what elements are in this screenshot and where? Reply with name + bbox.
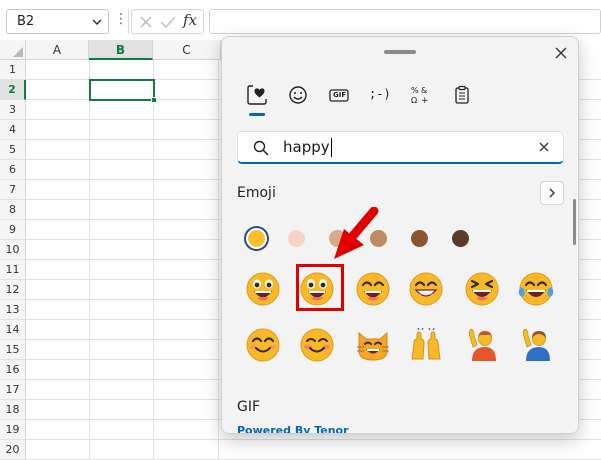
close-icon[interactable] — [553, 45, 569, 61]
selected-tab-indicator — [249, 113, 265, 116]
beaming-face-icon[interactable] — [408, 271, 444, 307]
clear-search-icon[interactable] — [538, 141, 550, 153]
red-arrow-annotation — [334, 207, 379, 259]
emoji-section-expand-button[interactable] — [540, 181, 564, 205]
enter-check-icon[interactable] — [160, 15, 176, 29]
name-box[interactable]: B2 — [6, 9, 109, 34]
row-header-8[interactable]: 8 — [0, 200, 26, 220]
row-header-5[interactable]: 5 — [0, 140, 26, 160]
emoji-panel: GIF ;-) % & Ω + happy Emoji GIF Powered … — [221, 36, 579, 434]
heart-face-icon[interactable] — [243, 81, 271, 109]
column-header-b[interactable]: B — [89, 40, 153, 60]
gridline — [153, 60, 154, 460]
clipboard-icon[interactable] — [448, 81, 476, 109]
row-header-14[interactable]: 14 — [0, 320, 26, 340]
formula-input[interactable] — [209, 9, 601, 34]
skin-tone-2[interactable] — [288, 230, 305, 247]
row-header-17[interactable]: 17 — [0, 380, 26, 400]
formula-bar: B2 ⋮ fx — [0, 0, 601, 40]
svg-text:%: % — [411, 86, 419, 95]
row-header-12[interactable]: 12 — [0, 280, 26, 300]
gif-section-title: GIF — [237, 399, 261, 415]
gridline — [26, 439, 601, 440]
grinning-face-smiling-eyes-icon[interactable] — [355, 271, 391, 307]
row-header-11[interactable]: 11 — [0, 260, 26, 280]
smiling-face-smiling-eyes-icon[interactable] — [245, 327, 281, 363]
gridline — [218, 60, 219, 460]
chevron-right-icon — [549, 188, 555, 198]
select-all-triangle-icon — [13, 47, 23, 57]
chevron-down-icon — [92, 19, 102, 26]
row-header-1[interactable]: 1 — [0, 60, 26, 80]
skin-tone-6[interactable] — [452, 230, 469, 247]
row-header-2[interactable]: 2 — [0, 80, 26, 100]
kaomoji-icon: ;-) — [369, 87, 391, 101]
screen: B2 ⋮ fx A B C 1 2 3 4 5 6 7 8 9 10 11 12 13 14 15 16 17 1… — [0, 0, 601, 460]
emoji-search-input[interactable]: happy — [283, 138, 330, 156]
svg-text:&: & — [421, 86, 427, 95]
row-header-19[interactable]: 19 — [0, 420, 26, 440]
powered-by-tenor-link[interactable]: Powered By Tenor — [237, 424, 349, 433]
name-box-value: B2 — [17, 14, 35, 29]
skin-tone-5[interactable] — [411, 230, 428, 247]
row-header-3[interactable]: 3 — [0, 100, 26, 120]
select-all-corner[interactable] — [0, 40, 26, 60]
row-header-15[interactable]: 15 — [0, 340, 26, 360]
kaomoji-tab[interactable]: ;-) — [366, 81, 394, 109]
highlighted-emoji-box — [296, 264, 344, 311]
row-header-4[interactable]: 4 — [0, 120, 26, 140]
row-header-7[interactable]: 7 — [0, 180, 26, 200]
row-header-18[interactable]: 18 — [0, 400, 26, 420]
emoji-section-title: Emoji — [237, 185, 276, 201]
raising-hands-icon[interactable] — [408, 327, 444, 363]
row-header-13[interactable]: 13 — [0, 300, 26, 320]
emoji-search-box[interactable]: happy — [237, 131, 564, 164]
person-raising-hand-2-icon[interactable] — [518, 327, 554, 363]
svg-text:+: + — [421, 96, 429, 106]
skin-tone-1[interactable] — [248, 230, 265, 247]
text-caret — [331, 138, 332, 157]
row-header-6[interactable]: 6 — [0, 160, 26, 180]
person-raising-hand-icon[interactable] — [464, 327, 500, 363]
smiling-blushing-face-icon[interactable] — [299, 327, 335, 363]
formula-bar-divider — [128, 9, 129, 34]
grinning-squinting-face-icon[interactable] — [245, 271, 281, 307]
search-icon — [253, 140, 269, 156]
face-with-tears-of-joy-icon[interactable] — [518, 271, 554, 307]
smiley-icon[interactable] — [284, 81, 312, 109]
cancel-icon[interactable] — [139, 15, 153, 29]
symbols-icon[interactable]: % & Ω + — [407, 81, 435, 109]
row-header-16[interactable]: 16 — [0, 360, 26, 380]
scrollbar-thumb[interactable] — [573, 199, 576, 245]
column-header-c[interactable]: C — [153, 40, 221, 60]
grinning-cat-icon[interactable] — [355, 327, 391, 363]
drag-handle[interactable] — [384, 50, 416, 54]
gif-tab-label: GIF — [333, 91, 347, 99]
more-options-icon[interactable]: ⋮ — [114, 12, 128, 26]
column-header-a[interactable]: A — [26, 40, 89, 60]
gif-tab[interactable]: GIF — [325, 81, 353, 109]
row-header-10[interactable]: 10 — [0, 240, 26, 260]
laughing-face-icon[interactable] — [464, 271, 500, 307]
insert-function-icon[interactable]: fx — [183, 11, 197, 29]
svg-text:Ω: Ω — [411, 96, 417, 105]
fill-handle[interactable] — [151, 97, 157, 103]
row-header-9[interactable]: 9 — [0, 220, 26, 240]
active-cell-b2[interactable] — [89, 79, 155, 101]
row-header-20[interactable]: 20 — [0, 440, 26, 460]
gridline — [89, 60, 90, 460]
formula-buttons: fx — [131, 9, 204, 34]
